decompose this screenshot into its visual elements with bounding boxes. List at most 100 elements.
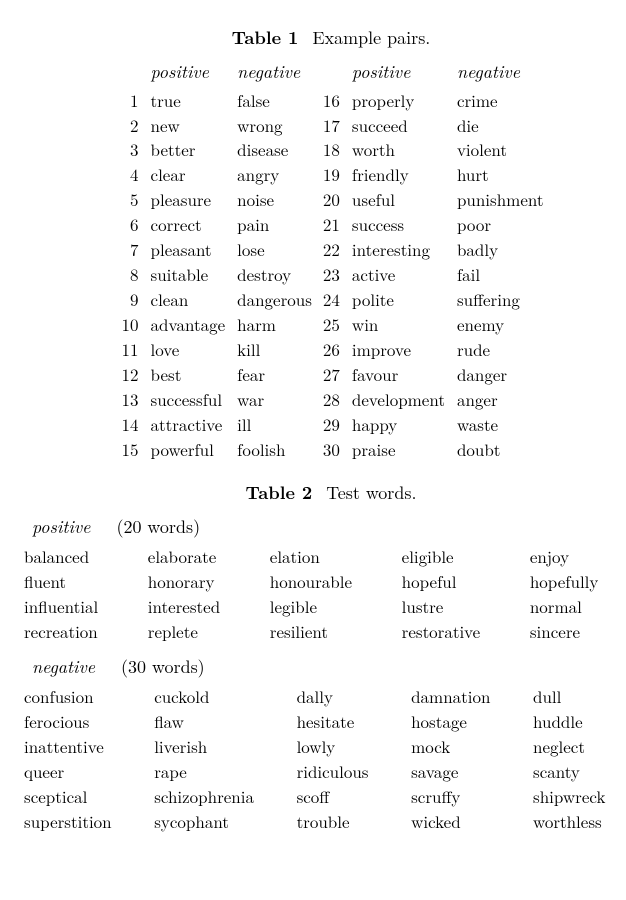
word-cell: inattentive — [24, 735, 144, 758]
word-cell: balanced — [24, 545, 138, 568]
table1-row-index: 20 — [320, 188, 340, 211]
table1-left-header-negative: negative — [237, 60, 312, 86]
table1-row-index: 4 — [119, 163, 139, 186]
table1-row-index: 28 — [320, 388, 340, 411]
table1-row-negative: suffering — [457, 288, 544, 311]
table1-row-negative: punishment — [457, 188, 544, 211]
table1-row-index: 14 — [119, 413, 139, 436]
table1-row-positive: clear — [151, 163, 226, 186]
word-cell: scanty — [533, 760, 626, 783]
table1-left-half: positive negative 1truefalse2newwrong3be… — [119, 60, 312, 460]
table2-negative-label: negative — [32, 654, 95, 679]
table1-row-negative: enemy — [457, 313, 544, 336]
word-cell: hostage — [411, 710, 523, 733]
table1-row-index: 10 — [119, 313, 139, 336]
table1-row-positive: successful — [151, 388, 226, 411]
word-cell: queer — [24, 760, 144, 783]
word-cell: lustre — [402, 595, 520, 618]
word-cell: restorative — [402, 620, 520, 643]
table1-left-header-positive: positive — [151, 60, 226, 86]
table1: positive negative 1truefalse2newwrong3be… — [18, 60, 626, 460]
word-cell: flaw — [154, 710, 286, 733]
word-cell: elation — [270, 545, 392, 568]
table1-row-negative: noise — [237, 188, 312, 211]
word-cell: recreation — [24, 620, 138, 643]
table2-caption: Table 2Test words. — [18, 481, 626, 505]
word-cell: mock — [411, 735, 523, 758]
table1-row-negative: angry — [237, 163, 312, 186]
table1-row-negative: ill — [237, 413, 312, 436]
table1-row-positive: happy — [352, 413, 445, 436]
table1-row-index: 5 — [119, 188, 139, 211]
table1-row-positive: properly — [352, 89, 445, 112]
word-cell: interested — [148, 595, 260, 618]
word-cell: resilient — [270, 620, 392, 643]
table2-negative-count: (30 words) — [121, 654, 205, 679]
table1-row-positive: favour — [352, 363, 445, 386]
word-cell: honorary — [148, 570, 260, 593]
table2-negative-words: confusioncuckolddallydamnationdullferoci… — [24, 685, 626, 833]
table1-row-positive: new — [151, 114, 226, 137]
word-cell: ferocious — [24, 710, 144, 733]
table1-row-positive: interesting — [352, 238, 445, 261]
table1-row-index: 29 — [320, 413, 340, 436]
table1-row-positive: advantage — [151, 313, 226, 336]
table1-row-negative: foolish — [237, 438, 312, 461]
table1-row-negative: pain — [237, 213, 312, 236]
word-cell: eligible — [402, 545, 520, 568]
table1-row-index: 24 — [320, 288, 340, 311]
table1-row-positive: useful — [352, 188, 445, 211]
table1-row-negative: badly — [457, 238, 544, 261]
table1-caption: Table 1Example pairs. — [18, 26, 626, 50]
table1-row-positive: development — [352, 388, 445, 411]
table1-row-positive: true — [151, 89, 226, 112]
word-cell: dull — [533, 685, 626, 708]
table1-right-header-blank — [320, 60, 340, 86]
word-cell: liverish — [154, 735, 286, 758]
word-cell: hopeful — [402, 570, 520, 593]
word-cell: sincere — [530, 620, 626, 643]
table1-row-index: 12 — [119, 363, 139, 386]
table1-row-negative: doubt — [457, 438, 544, 461]
word-cell: cuckold — [154, 685, 286, 708]
table1-row-negative: crime — [457, 89, 544, 112]
table1-row-positive: succeed — [352, 114, 445, 137]
table1-row-index: 26 — [320, 338, 340, 361]
table1-row-index: 13 — [119, 388, 139, 411]
table1-row-index: 30 — [320, 438, 340, 461]
word-cell: hesitate — [297, 710, 402, 733]
table1-left-header-blank — [119, 60, 139, 86]
word-cell: replete — [148, 620, 260, 643]
table1-row-positive: suitable — [151, 263, 226, 286]
word-cell: honourable — [270, 570, 392, 593]
table1-row-negative: war — [237, 388, 312, 411]
table1-row-positive: polite — [352, 288, 445, 311]
table1-row-index: 19 — [320, 163, 340, 186]
table1-row-positive: pleasant — [151, 238, 226, 261]
word-cell: damnation — [411, 685, 523, 708]
table1-row-index: 21 — [320, 213, 340, 236]
table1-row-positive: improve — [352, 338, 445, 361]
table1-row-negative: kill — [237, 338, 312, 361]
word-cell: fluent — [24, 570, 138, 593]
word-cell: superstition — [24, 810, 144, 833]
table1-row-negative: rude — [457, 338, 544, 361]
table1-row-index: 17 — [320, 114, 340, 137]
word-cell: huddle — [533, 710, 626, 733]
table1-caption-text: Example pairs. — [312, 25, 430, 50]
table1-row-index: 15 — [119, 438, 139, 461]
word-cell: lowly — [297, 735, 402, 758]
table1-row-index: 6 — [119, 213, 139, 236]
table1-right-half: positive negative 16properlycrime17succe… — [320, 60, 544, 460]
table1-row-positive: better — [151, 138, 226, 161]
word-cell: scruffy — [411, 785, 523, 808]
word-cell: rape — [154, 760, 286, 783]
table1-row-negative: violent — [457, 138, 544, 161]
word-cell: savage — [411, 760, 523, 783]
table1-row-positive: success — [352, 213, 445, 236]
word-cell: schizophrenia — [154, 785, 286, 808]
word-cell: dally — [297, 685, 402, 708]
table1-row-negative: fear — [237, 363, 312, 386]
word-cell: wicked — [411, 810, 523, 833]
table1-row-index: 8 — [119, 263, 139, 286]
